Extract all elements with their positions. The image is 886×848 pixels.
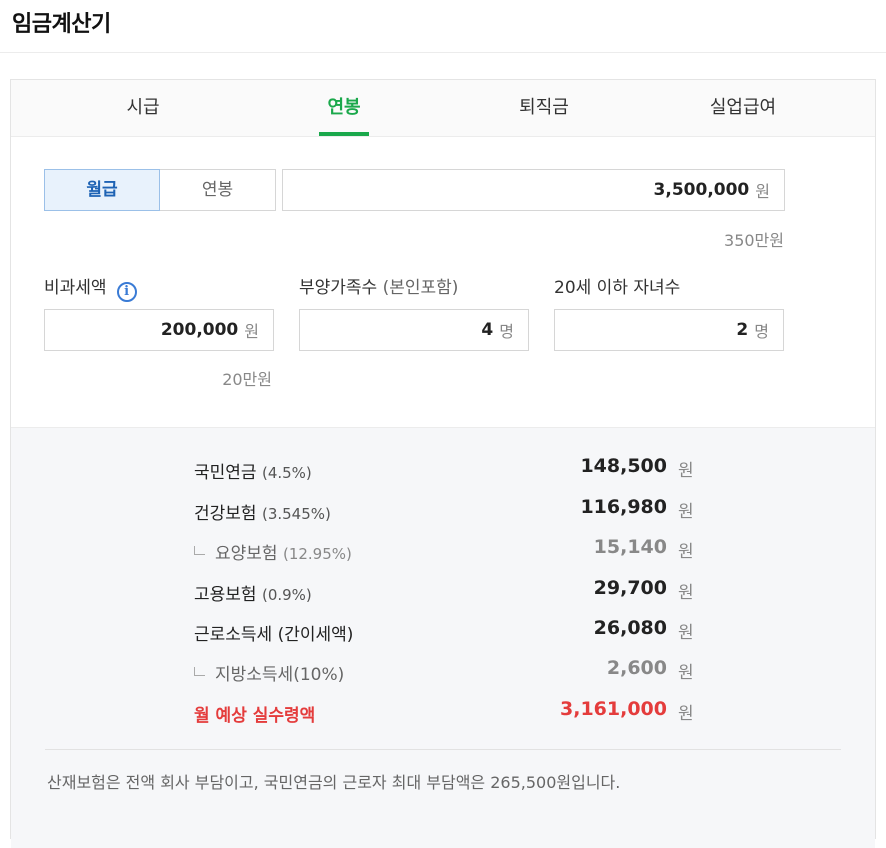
care-insurance-value: 15,140 xyxy=(593,536,667,558)
children-unit: 명 xyxy=(754,322,769,341)
care-insurance-label-text: 요양보험 xyxy=(215,544,278,564)
local-tax-unit: 원 xyxy=(678,663,694,683)
salary-helper: 350만원 xyxy=(724,231,784,250)
footnote: 산재보험은 전액 회사 부담이고, 국민연금의 근로자 최대 부담액은 265,… xyxy=(47,773,621,792)
info-icon[interactable]: i xyxy=(116,282,137,302)
employment-insurance-rate: (0.9%) xyxy=(261,586,312,604)
tab-hourly[interactable]: 시급 xyxy=(73,80,213,136)
health-insurance-rate: (3.545%) xyxy=(261,505,331,523)
dependents-value: 4 xyxy=(481,320,494,340)
health-insurance-unit: 원 xyxy=(678,502,694,522)
net-pay-value: 3,161,000 xyxy=(560,698,667,720)
branch-indent-icon xyxy=(194,667,205,676)
nontax-value: 200,000 xyxy=(160,320,239,340)
health-insurance-label: 건강보험 (3.545%) xyxy=(194,499,331,524)
tab-unemployment[interactable]: 실업급여 xyxy=(673,80,813,136)
employment-insurance-label-text: 고용보험 xyxy=(194,585,257,605)
local-tax-label-text: 지방소득세(10%) xyxy=(215,665,345,685)
active-tab-indicator xyxy=(319,132,369,136)
monthly-toggle-button[interactable]: 월급 xyxy=(44,169,160,211)
local-tax-value: 2,600 xyxy=(606,657,667,679)
tab-annual-salary[interactable]: 연봉 xyxy=(274,80,414,136)
income-tax-label: 근로소득세 (간이세액) xyxy=(194,625,354,645)
income-tax-unit: 원 xyxy=(678,623,694,643)
tab-severance[interactable]: 퇴직금 xyxy=(474,80,614,136)
tab-bar: 시급 연봉 퇴직금 실업급여 xyxy=(11,80,875,137)
pension-rate: (4.5%) xyxy=(261,464,312,482)
net-pay-label: 월 예상 실수령액 xyxy=(194,706,316,726)
care-insurance-rate: (12.95%) xyxy=(282,545,352,563)
net-pay-unit: 원 xyxy=(678,704,694,724)
pension-label-text: 국민연금 xyxy=(194,463,257,483)
dependents-label-sub: (본인포함) xyxy=(382,278,459,298)
salary-value: 3,500,000 xyxy=(653,180,750,200)
page-title: 임금계산기 xyxy=(12,12,111,37)
dependents-unit: 명 xyxy=(499,322,514,341)
dependents-label-text: 부양가족수 xyxy=(299,278,378,298)
nontax-unit: 원 xyxy=(244,322,259,341)
title-divider xyxy=(0,52,886,53)
income-tax-value: 26,080 xyxy=(593,617,667,639)
calculator-card: 시급 연봉 퇴직금 실업급여 월급 연봉 3,500,000 원 350만원 비… xyxy=(10,79,876,848)
employment-insurance-value: 29,700 xyxy=(593,577,667,599)
children-label: 20세 이하 자녀수 xyxy=(554,278,681,298)
care-insurance-label: 요양보험 (12.95%) xyxy=(194,539,352,564)
care-insurance-unit: 원 xyxy=(678,542,694,562)
pension-unit: 원 xyxy=(678,461,694,481)
health-insurance-label-text: 건강보험 xyxy=(194,504,257,524)
salary-input[interactable]: 3,500,000 원 xyxy=(282,169,785,211)
dependents-label: 부양가족수 (본인포함) xyxy=(299,273,458,298)
nontax-label-text: 비과세액 xyxy=(44,278,107,298)
annual-toggle-button[interactable]: 연봉 xyxy=(160,169,276,211)
employment-insurance-label: 고용보험 (0.9%) xyxy=(194,580,312,605)
health-insurance-value: 116,980 xyxy=(580,496,667,518)
local-tax-label: 지방소득세(10%) xyxy=(194,660,344,685)
pension-label: 국민연금 (4.5%) xyxy=(194,458,312,483)
result-divider xyxy=(45,749,841,750)
employment-insurance-unit: 원 xyxy=(678,583,694,603)
pension-value: 148,500 xyxy=(580,455,667,477)
dependents-input[interactable]: 4 명 xyxy=(299,309,529,351)
children-input[interactable]: 2 명 xyxy=(554,309,784,351)
nontax-label: 비과세액 i xyxy=(44,273,137,302)
salary-unit: 원 xyxy=(755,182,770,201)
children-value: 2 xyxy=(736,320,749,340)
nontax-helper: 20만원 xyxy=(222,370,272,389)
branch-indent-icon xyxy=(194,546,205,555)
nontax-input[interactable]: 200,000 원 xyxy=(44,309,274,351)
